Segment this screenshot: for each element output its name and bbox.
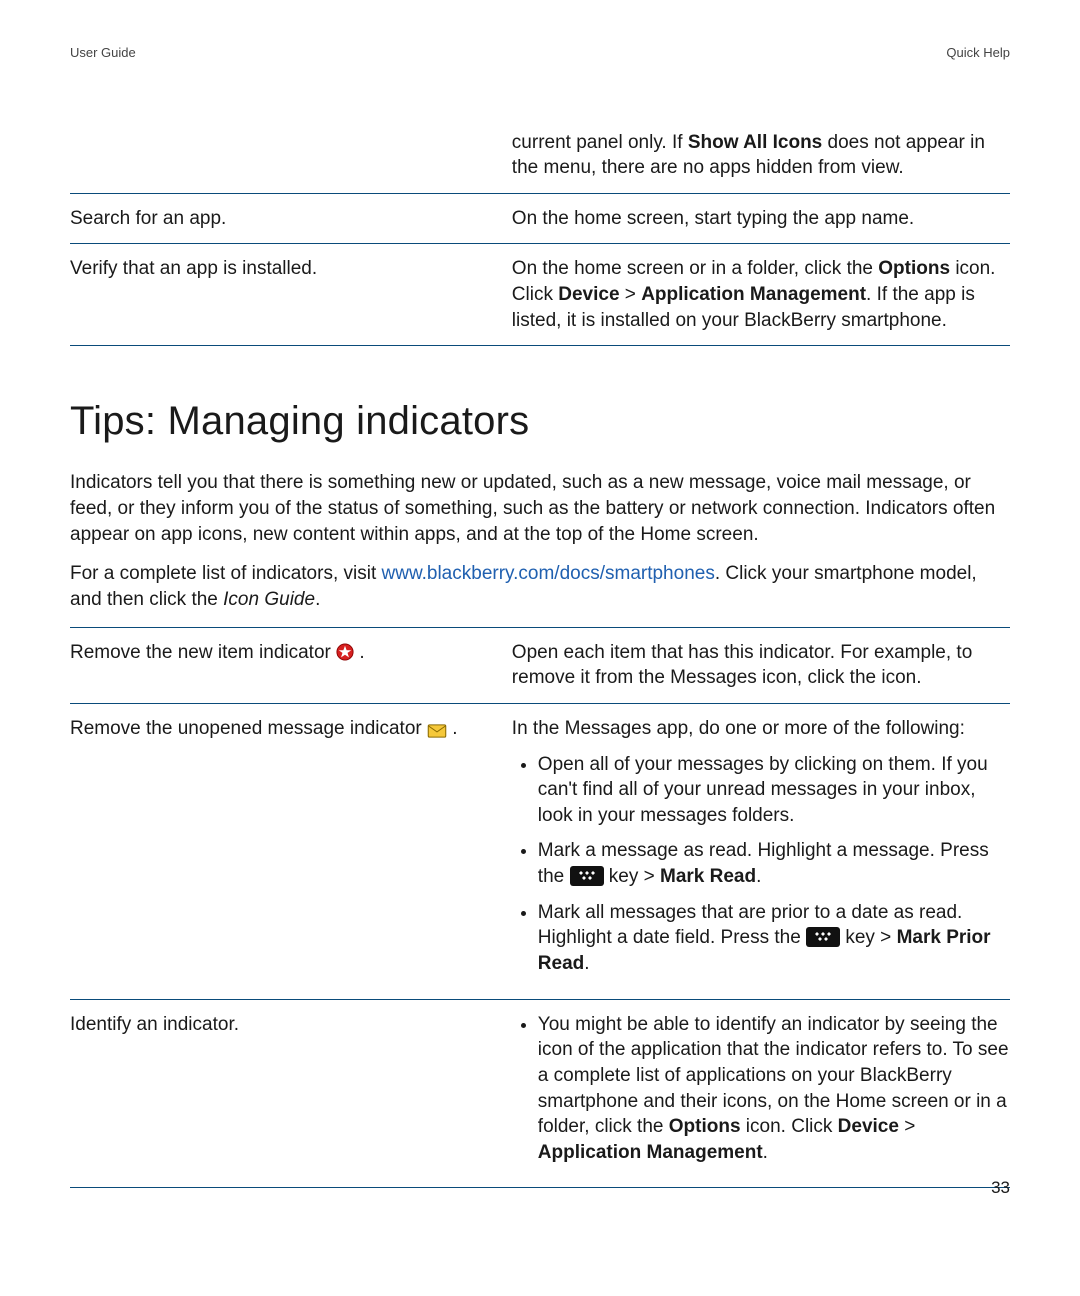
bullet-list: You might be able to identify an indicat… [512,1012,1010,1166]
table-cell: Remove the unopened message indicator . [70,703,512,999]
list-item: Mark all messages that are prior to a da… [538,900,1010,977]
table-cell: You might be able to identify an indicat… [512,999,1010,1188]
unopened-message-indicator-icon [427,719,447,745]
table-cell: Identify an indicator. [70,999,512,1188]
indicators-table: Remove the new item indicator . Open eac… [70,627,1010,1189]
body-paragraph: For a complete list of indicators, visit… [70,561,1010,612]
table-cell: current panel only. If Show All Icons do… [512,118,1010,194]
blackberry-key-icon [570,866,604,886]
table-cell: On the home screen, start typing the app… [512,193,1010,244]
header-right: Quick Help [946,44,1010,62]
table-cell: On the home screen or in a folder, click… [512,244,1010,346]
table-cell: Remove the new item indicator . [70,627,512,703]
table-cell: Search for an app. [70,193,512,244]
bullet-list: Open all of your messages by clicking on… [512,752,1010,977]
table-cell: Open each item that has this indicator. … [512,627,1010,703]
running-header: User Guide Quick Help [70,44,1010,62]
page: User Guide Quick Help current panel only… [0,0,1080,1188]
header-left: User Guide [70,44,136,62]
list-item: You might be able to identify an indicat… [538,1012,1010,1166]
table-cell: In the Messages app, do one or more of t… [512,703,1010,999]
apps-table: current panel only. If Show All Icons do… [70,118,1010,347]
section-heading: Tips: Managing indicators [70,394,1010,448]
table-cell: Verify that an app is installed. [70,244,512,346]
list-item: Mark a message as read. Highlight a mess… [538,838,1010,889]
docs-link[interactable]: www.blackberry.com/docs/smartphones [382,563,715,584]
list-item: Open all of your messages by clicking on… [538,752,1010,829]
new-item-indicator-icon [336,643,354,669]
body-paragraph: Indicators tell you that there is someth… [70,470,1010,547]
table-cell [70,118,512,194]
blackberry-key-icon [806,927,840,947]
page-number: 33 [991,1177,1010,1200]
